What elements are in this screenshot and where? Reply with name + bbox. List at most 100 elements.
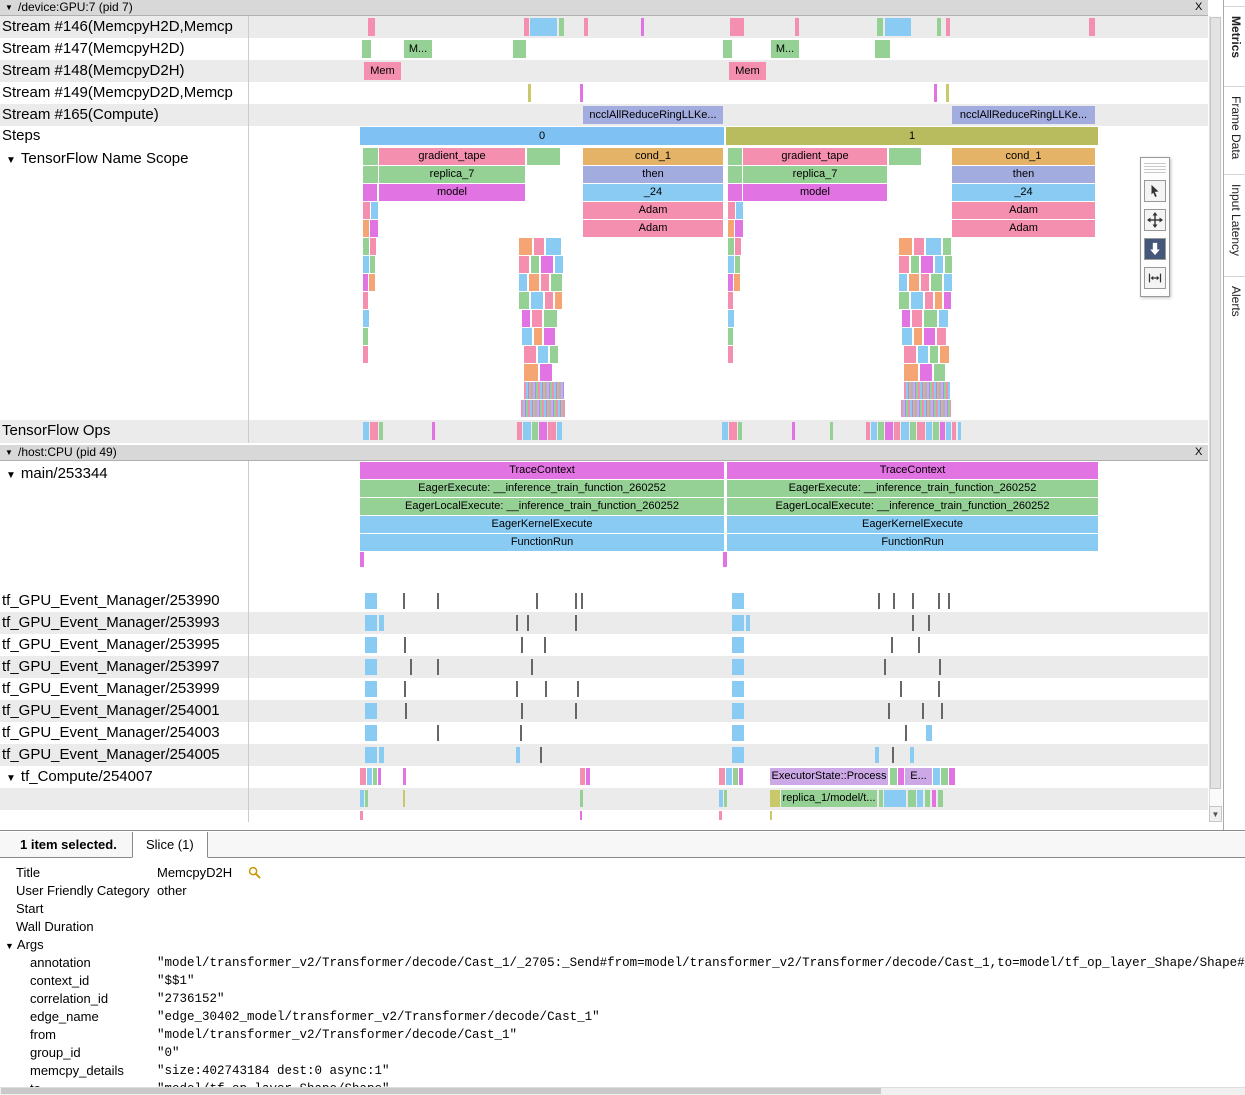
trace-event[interactable] <box>548 422 556 440</box>
trace-event[interactable] <box>891 637 893 653</box>
trace-event[interactable] <box>379 615 384 631</box>
trace-event[interactable]: M... <box>771 40 799 58</box>
trace-event[interactable]: E... <box>905 768 932 785</box>
trace-event[interactable] <box>405 703 407 719</box>
trace-event[interactable] <box>937 328 946 345</box>
trace-event[interactable] <box>926 725 932 741</box>
trace-event[interactable] <box>403 790 405 807</box>
trace-event[interactable] <box>360 811 363 820</box>
trace-event[interactable] <box>902 328 912 345</box>
trace-event[interactable] <box>949 768 955 785</box>
trace-event[interactable] <box>932 790 936 807</box>
trace-event[interactable] <box>529 274 539 291</box>
trace-event[interactable] <box>898 768 904 785</box>
trace-event[interactable] <box>944 292 951 309</box>
trace-event[interactable] <box>531 256 539 273</box>
trace-event[interactable] <box>365 637 377 653</box>
trace-event[interactable] <box>521 400 565 417</box>
trace-event[interactable]: then <box>952 166 1095 183</box>
trace-event[interactable] <box>363 166 378 183</box>
trace-event[interactable] <box>575 615 577 631</box>
trace-event[interactable] <box>379 747 384 763</box>
trace-event[interactable] <box>736 202 743 219</box>
trace-event[interactable] <box>365 615 377 631</box>
trace-event[interactable]: FunctionRun <box>360 534 724 551</box>
trace-event[interactable] <box>945 256 952 273</box>
trace-event[interactable] <box>404 637 406 653</box>
scroll-down-button[interactable]: ▼ <box>1209 806 1222 822</box>
trace-event[interactable] <box>941 703 943 719</box>
collapse-triangle-icon[interactable]: ▼ <box>6 155 16 166</box>
trace-event[interactable] <box>532 310 542 327</box>
trace-event[interactable]: FunctionRun <box>727 534 1098 551</box>
trace-event[interactable] <box>939 310 948 327</box>
trace-event[interactable] <box>732 593 744 609</box>
trace-event[interactable]: gradient_tape <box>379 148 525 165</box>
trace-event[interactable] <box>732 747 744 763</box>
trace-event[interactable] <box>917 422 925 440</box>
trace-event[interactable] <box>884 659 886 675</box>
trace-event[interactable] <box>946 18 950 36</box>
trace-event[interactable]: _24 <box>952 184 1095 201</box>
trace-event[interactable] <box>902 310 910 327</box>
trace-event[interactable]: _24 <box>583 184 723 201</box>
trace-event[interactable] <box>901 400 951 417</box>
trace-event[interactable] <box>545 681 547 697</box>
trace-event[interactable] <box>544 637 546 653</box>
trace-event[interactable] <box>517 422 522 440</box>
trace-event[interactable]: Adam <box>583 220 723 237</box>
trace-event[interactable] <box>539 422 547 440</box>
trace-event[interactable] <box>739 768 743 785</box>
trace-event[interactable] <box>580 768 585 785</box>
trace-event[interactable]: TraceContext <box>360 462 724 479</box>
trace-event[interactable] <box>403 768 406 785</box>
trace-event[interactable] <box>524 382 564 399</box>
trace-event[interactable] <box>934 364 945 381</box>
trace-event[interactable] <box>728 184 742 201</box>
trace-event[interactable] <box>363 292 368 309</box>
palette-grip[interactable] <box>1144 161 1166 173</box>
trace-event[interactable]: EagerExecute: __inference_train_function… <box>727 480 1098 497</box>
trace-event[interactable] <box>728 238 734 255</box>
trace-event[interactable] <box>935 292 942 309</box>
selection-tool-button[interactable] <box>1144 180 1166 202</box>
trace-event[interactable] <box>557 422 562 440</box>
trace-event[interactable] <box>516 681 518 697</box>
trace-event[interactable] <box>899 292 909 309</box>
trace-event[interactable] <box>719 790 723 807</box>
trace-event[interactable] <box>530 18 557 36</box>
trace-event[interactable] <box>901 422 909 440</box>
trace-event[interactable] <box>370 220 378 237</box>
trace-event[interactable] <box>516 615 518 631</box>
trace-event[interactable] <box>899 256 909 273</box>
trace-event[interactable] <box>728 346 733 363</box>
trace-event[interactable] <box>437 725 439 741</box>
trace-event[interactable] <box>900 681 902 697</box>
close-button[interactable]: X <box>1195 445 1202 460</box>
trace-event[interactable] <box>770 811 772 820</box>
trace-event[interactable]: ncclAllReduceRingLLKe... <box>583 106 723 124</box>
trace-event[interactable] <box>924 328 935 345</box>
trace-event[interactable] <box>948 593 950 609</box>
trace-event[interactable] <box>586 768 590 785</box>
trace-event[interactable] <box>532 422 538 440</box>
trace-event[interactable]: EagerExecute: __inference_train_function… <box>360 480 724 497</box>
trace-event[interactable] <box>369 274 375 291</box>
trace-event[interactable]: then <box>583 166 723 183</box>
trace-event[interactable] <box>581 593 583 609</box>
trace-event[interactable] <box>540 364 552 381</box>
trace-event[interactable] <box>728 220 734 237</box>
trace-event[interactable]: model <box>379 184 525 201</box>
trace-event[interactable]: 1 <box>726 127 1098 145</box>
trace-event[interactable] <box>719 811 722 820</box>
trace-event[interactable] <box>732 615 744 631</box>
trace-event[interactable] <box>519 292 529 309</box>
trace-event[interactable] <box>925 790 930 807</box>
trace-event[interactable] <box>940 346 949 363</box>
trace-event[interactable] <box>792 422 795 440</box>
horizontal-scrollbar-thumb[interactable] <box>1 1088 881 1094</box>
trace-event[interactable]: ExecutorState::Process <box>770 768 888 785</box>
trace-event[interactable] <box>363 220 369 237</box>
tab-metrics[interactable]: Metrics <box>1227 16 1243 74</box>
trace-event[interactable] <box>534 328 542 345</box>
